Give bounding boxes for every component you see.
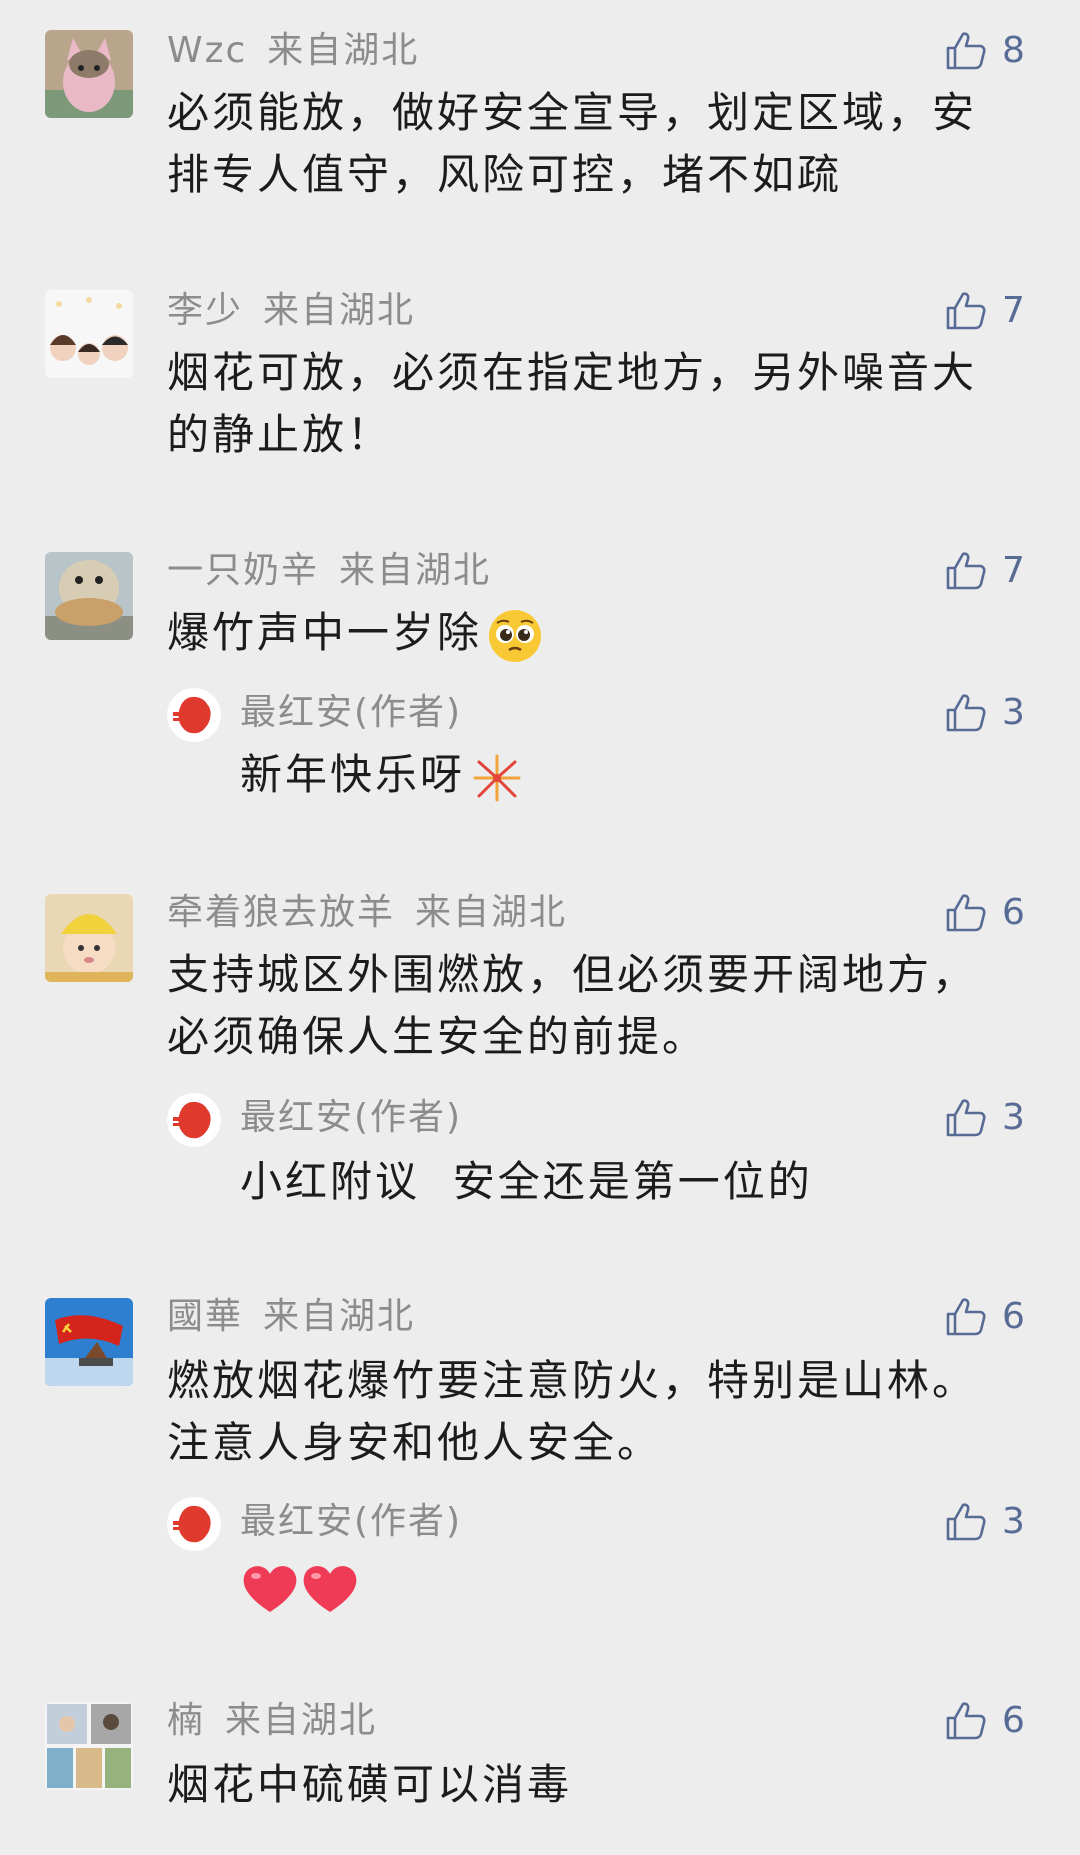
reply-text-content: 新年快乐呀: [240, 750, 466, 799]
comment-text: 支持城区外围燃放，但必须要开阔地方，必须确保人生安全的前提。: [167, 950, 978, 1061]
reply-text: [240, 1555, 1020, 1618]
reply-like-button[interactable]: 3: [944, 1497, 1025, 1547]
like-button[interactable]: 7: [944, 286, 1025, 336]
author-logo-icon: [167, 1093, 221, 1147]
comment-text: 烟花可放，必须在指定地方，另外噪音大的静止放！: [167, 348, 978, 459]
commenter-name[interactable]: 牵着狼去放羊: [167, 892, 395, 933]
photo-collage-avatar-icon: [45, 1702, 133, 1790]
thumbs-up-icon: [944, 1096, 988, 1140]
avatar[interactable]: [45, 30, 133, 118]
comment-meta: 國華 来自湖北: [167, 1292, 415, 1342]
avatar[interactable]: [45, 1702, 133, 1790]
pleading-face-emoji-icon: [486, 607, 544, 665]
comment-text: 烟花中硫磺可以消毒: [167, 1760, 573, 1809]
comment-meta: 楠来自湖北: [167, 1696, 377, 1746]
like-count: 7: [1002, 550, 1025, 591]
red-flag-avatar-icon: [45, 1298, 133, 1386]
author-avatar[interactable]: [167, 1093, 221, 1147]
thumbs-up-icon: [944, 289, 988, 333]
like-button[interactable]: 6: [944, 1292, 1025, 1342]
like-button[interactable]: 7: [944, 546, 1025, 596]
thumbs-up-icon: [944, 1699, 988, 1743]
commenter-name[interactable]: Wzc: [167, 30, 247, 71]
like-count: 6: [1002, 1700, 1025, 1741]
reply-author-name[interactable]: 最红安(作者): [240, 688, 462, 738]
like-button[interactable]: 6: [944, 888, 1025, 938]
comment-meta: 一只奶辛 来自湖北: [167, 546, 491, 596]
like-button[interactable]: 8: [944, 26, 1025, 76]
baby-avatar-icon: [45, 894, 133, 982]
comment-location: 来自湖北: [339, 550, 492, 591]
comment-location: 来自湖北: [225, 1700, 378, 1741]
two-hearts-emoji-icon: [240, 1560, 362, 1618]
thumbs-up-icon: [944, 691, 988, 735]
commenter-name[interactable]: 一只奶辛: [167, 550, 319, 591]
comment-text: 爆竹声中一岁除: [167, 602, 1017, 665]
like-count: 8: [1002, 30, 1025, 71]
author-logo-icon: [167, 1497, 221, 1551]
comment-meta: 李少 来自湖北: [167, 286, 415, 336]
like-count: 6: [1002, 1296, 1025, 1337]
reply-like-button[interactable]: 3: [944, 1093, 1025, 1143]
like-count: 3: [1002, 1501, 1025, 1542]
fireworks-emoji-icon: [469, 750, 525, 806]
comment-text-content: 爆竹声中一岁除: [167, 608, 483, 657]
like-button[interactable]: 6: [944, 1696, 1025, 1746]
reply-text: 新年快乐呀: [240, 744, 1020, 806]
thumbs-up-icon: [944, 1500, 988, 1544]
thumbs-up-icon: [944, 549, 988, 593]
like-count: 3: [1002, 692, 1025, 733]
cat-avatar-icon: [45, 30, 133, 118]
author-avatar[interactable]: [167, 1497, 221, 1551]
like-count: 6: [1002, 892, 1025, 933]
duck-toy-avatar-icon: [45, 552, 133, 640]
comment-meta: Wzc 来自湖北: [167, 26, 419, 76]
avatar[interactable]: [45, 1298, 133, 1386]
reply-author-name[interactable]: 最红安(作者): [240, 1093, 462, 1143]
comment-text: 必须能放，做好安全宣导，划定区域，安排专人值守，风险可控，堵不如疏: [167, 88, 978, 199]
comment-location: 来自湖北: [263, 290, 416, 331]
author-logo-icon: [167, 688, 221, 742]
comment-text: 燃放烟花爆竹要注意防火，特别是山林。注意人身安和他人安全。: [167, 1356, 978, 1467]
thumbs-up-icon: [944, 1295, 988, 1339]
thumbs-up-icon: [944, 29, 988, 73]
reply-author-name[interactable]: 最红安(作者): [240, 1497, 462, 1547]
reply-text: 小红附议 安全还是第一位的: [240, 1157, 813, 1206]
comment-meta: 牵着狼去放羊 来自湖北: [167, 888, 567, 938]
cartoon-family-avatar-icon: [45, 290, 133, 378]
avatar[interactable]: [45, 552, 133, 640]
author-avatar[interactable]: [167, 688, 221, 742]
like-count: 3: [1002, 1097, 1025, 1138]
comment-location: 来自湖北: [263, 1296, 416, 1337]
reply-like-button[interactable]: 3: [944, 688, 1025, 738]
like-count: 7: [1002, 290, 1025, 331]
comment-location: 来自湖北: [267, 30, 420, 71]
avatar[interactable]: [45, 894, 133, 982]
commenter-name[interactable]: 楠: [167, 1700, 205, 1741]
commenter-name[interactable]: 李少: [167, 290, 243, 331]
comment-location: 来自湖北: [415, 892, 568, 933]
avatar[interactable]: [45, 290, 133, 378]
thumbs-up-icon: [944, 891, 988, 935]
commenter-name[interactable]: 國華: [167, 1296, 243, 1337]
